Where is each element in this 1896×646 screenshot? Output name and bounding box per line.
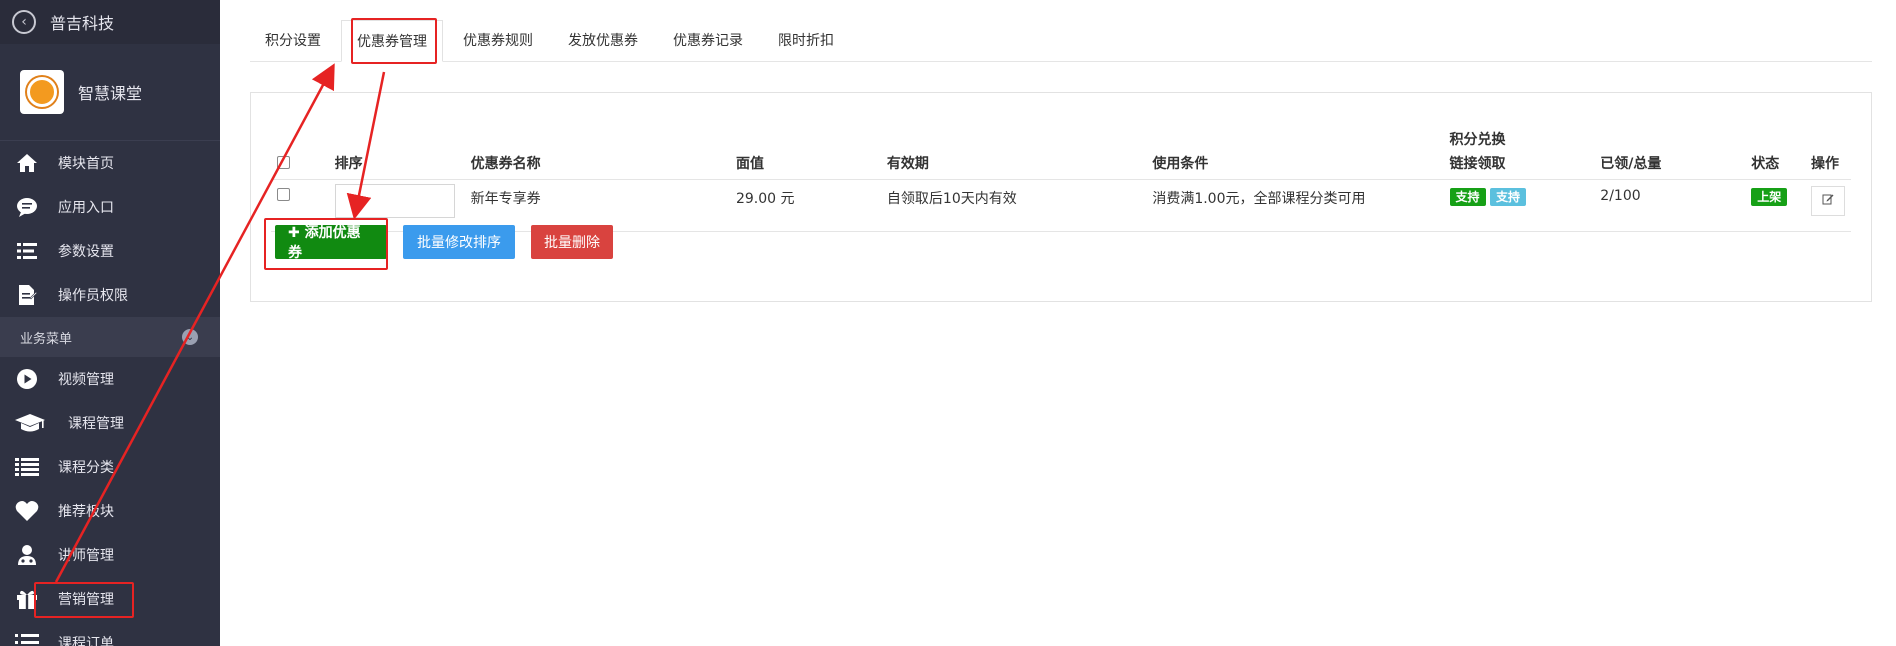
document-edit-icon: [14, 283, 40, 307]
list-icon: [14, 455, 40, 479]
app-brand: 智慧课堂: [0, 44, 220, 141]
sidebar-item-params[interactable]: 参数设置: [0, 229, 220, 273]
sidebar-item-orders[interactable]: 课程订单: [0, 621, 220, 646]
points-exchange-badge: 支持: [1449, 187, 1486, 206]
row-action-cell: [1804, 179, 1851, 232]
row-checkbox[interactable]: [277, 187, 290, 201]
app-logo: [20, 70, 64, 114]
sidebar-item-label: 讲师管理: [58, 548, 114, 564]
sidebar-item-videos[interactable]: 视频管理: [0, 357, 220, 401]
sidebar-item-label: 操作员权限: [58, 288, 128, 304]
table-row: 新年专享券 29.00 元 自领取后10天内有效 消费满1.00元，全部课程分类…: [271, 179, 1851, 232]
graduation-cap-icon: [14, 411, 46, 435]
row-condition: 消费满1.00元，全部课程分类可用: [1146, 179, 1444, 232]
sidebar-item-app-entry[interactable]: 应用入口: [0, 185, 220, 229]
org-name: 普吉科技: [50, 14, 115, 33]
row-status-cell: 上架: [1745, 179, 1805, 232]
sidebar-item-home[interactable]: 模块首页: [0, 141, 220, 185]
heart-icon: [14, 499, 40, 523]
status-badge[interactable]: 上架: [1751, 187, 1788, 206]
row-name: 新年专享券: [464, 179, 730, 232]
doctor-icon: [14, 543, 40, 567]
sidebar-item-label: 课程订单: [58, 636, 114, 646]
sidebar-item-label: 模块首页: [58, 156, 114, 172]
sidebar-item-teachers[interactable]: 讲师管理: [0, 533, 220, 577]
edit-button[interactable]: [1810, 185, 1845, 216]
row-points-link: 支持 支持: [1443, 179, 1595, 232]
coupon-panel: 排序 优惠券名称 面值 有效期 使用条件 积分兑换 链接领取 已领/总量 状态 …: [250, 92, 1872, 302]
table-header-row: 排序 优惠券名称 面值 有效期 使用条件 积分兑换 链接领取 已领/总量 状态 …: [271, 117, 1851, 180]
sidebar-item-permissions[interactable]: 操作员权限: [0, 273, 220, 317]
app-name: 智慧课堂: [78, 84, 143, 103]
header-status: 状态: [1745, 117, 1805, 180]
header-sort: 排序: [328, 117, 465, 180]
sidebar-item-label: 参数设置: [58, 244, 114, 260]
sidebar-item-marketing[interactable]: 营销管理: [0, 577, 220, 621]
chat-bubble-icon: [14, 195, 40, 219]
sidebar-item-label: 课程管理: [68, 416, 124, 432]
back-arrow-icon[interactable]: ‹: [12, 10, 36, 34]
chevron-down-icon[interactable]: ⌄: [182, 329, 198, 345]
batch-sort-button[interactable]: 批量修改排序: [403, 225, 515, 259]
sidebar: ‹ 普吉科技 智慧课堂 模块首页 应用入口 参数设置 操作员权限 业务菜单 ⌄: [0, 0, 220, 646]
tab-bar: 积分设置 优惠券管理 优惠券规则 发放优惠券 优惠券记录 限时折扣: [250, 20, 1872, 62]
header-points-line2: 链接领取: [1449, 155, 1506, 172]
section-label: 业务菜单: [20, 331, 73, 347]
play-circle-icon: [14, 367, 40, 391]
sidebar-section-business[interactable]: 业务菜单 ⌄: [0, 317, 220, 357]
edit-icon: [1822, 193, 1834, 209]
header-name: 优惠券名称: [464, 117, 730, 180]
sidebar-item-recommend[interactable]: 推荐板块: [0, 489, 220, 533]
select-all-checkbox[interactable]: [277, 155, 290, 169]
sidebar-header: ‹ 普吉科技: [0, 0, 220, 44]
sidebar-item-label: 应用入口: [58, 200, 114, 216]
select-all-cell: [271, 117, 329, 180]
tab-points-settings[interactable]: 积分设置: [250, 19, 336, 61]
tab-limited-discount[interactable]: 限时折扣: [763, 19, 849, 61]
list-settings-icon: [14, 239, 40, 263]
ordered-list-icon: [14, 631, 40, 646]
sidebar-item-label: 推荐板块: [58, 504, 114, 520]
sidebar-item-courses[interactable]: 课程管理: [0, 401, 220, 445]
sidebar-item-label: 课程分类: [58, 460, 114, 476]
gift-icon: [14, 587, 40, 611]
row-validity: 自领取后10天内有效: [880, 179, 1147, 232]
tab-coupon-rules[interactable]: 优惠券规则: [448, 19, 548, 61]
header-condition: 使用条件: [1146, 117, 1444, 180]
tab-coupon-records[interactable]: 优惠券记录: [658, 19, 758, 61]
tab-coupon-management[interactable]: 优惠券管理: [341, 20, 443, 62]
sort-order-input[interactable]: [334, 183, 455, 218]
header-claimed: 已领/总量: [1594, 117, 1746, 180]
add-coupon-button[interactable]: ✚ 添加优惠券: [275, 225, 387, 261]
row-value: 29.00 元: [729, 179, 881, 232]
row-claimed: 2/100: [1594, 179, 1746, 232]
tab-issue-coupons[interactable]: 发放优惠券: [553, 19, 653, 61]
header-validity: 有效期: [880, 117, 1147, 180]
header-points-line1: 积分兑换: [1449, 131, 1506, 148]
header-action: 操作: [1804, 117, 1851, 180]
home-icon: [14, 151, 40, 175]
batch-delete-button[interactable]: 批量删除: [531, 225, 613, 259]
link-claim-badge: 支持: [1490, 187, 1527, 206]
sidebar-item-label: 营销管理: [58, 592, 114, 608]
header-value: 面值: [729, 117, 881, 180]
coupon-table: 排序 优惠券名称 面值 有效期 使用条件 积分兑换 链接领取 已领/总量 状态 …: [271, 117, 1851, 232]
sidebar-item-label: 视频管理: [58, 372, 114, 388]
sidebar-item-categories[interactable]: 课程分类: [0, 445, 220, 489]
action-buttons: ✚ 添加优惠券 批量修改排序 批量删除: [275, 225, 629, 261]
header-points-link: 积分兑换 链接领取: [1443, 117, 1595, 180]
